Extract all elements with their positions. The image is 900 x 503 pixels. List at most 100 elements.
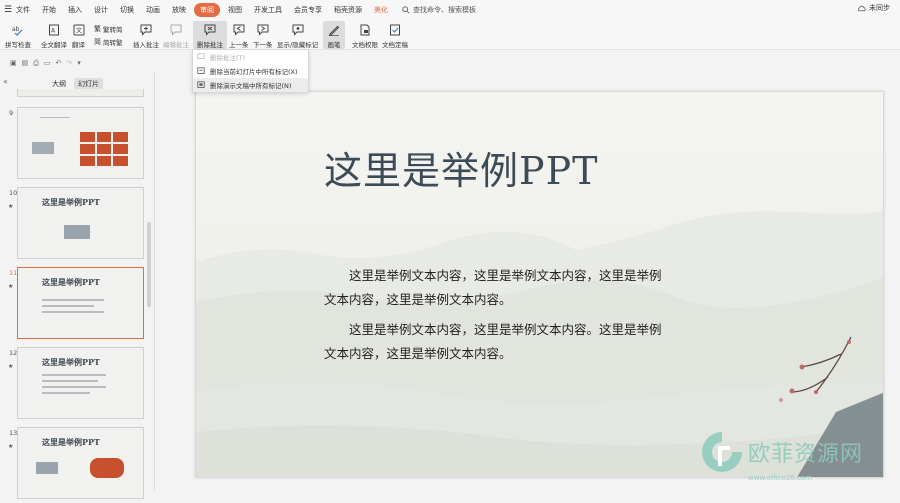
delete-comment-button[interactable]: 删除批注	[193, 21, 227, 49]
quick-more-icon[interactable]: ▾	[77, 59, 81, 67]
menu-view[interactable]: 视图	[222, 3, 248, 17]
spell-check-button[interactable]: ab 拼写检查	[5, 21, 31, 49]
watermark: 欧菲资源网	[700, 430, 863, 474]
translate-icon: 文	[73, 24, 85, 36]
slide-thumbnail-row: 10 ★ 这里是举例PPT	[0, 187, 150, 263]
watermark-text: 欧菲资源网	[748, 442, 864, 467]
menu-beautify[interactable]: 美化	[368, 3, 394, 17]
slide-title[interactable]: 这里是举例PPT	[324, 140, 598, 195]
slide-thumbnail[interactable]	[17, 107, 144, 179]
menu-animation[interactable]: 动画	[140, 3, 166, 17]
menu-developer[interactable]: 开发工具	[248, 3, 288, 17]
slide-canvas[interactable]: 这里是举例PPT 这里是举例文本内容，这里是举例文本内容，这里是举例文本内容，这…	[195, 91, 884, 478]
slide-number: 9	[9, 109, 14, 117]
prev-comment-button[interactable]: 上一条	[229, 21, 249, 49]
ink-button[interactable]: 画笔	[323, 21, 345, 49]
hamburger-icon[interactable]: ☰	[0, 5, 16, 15]
animation-star-icon: ★	[8, 203, 14, 210]
menu-start[interactable]: 开始	[36, 3, 62, 17]
trad-to-simp-button[interactable]: 简 简转繁	[94, 37, 123, 47]
comment-delete-icon	[204, 24, 216, 36]
menu-transition[interactable]: 切换	[114, 3, 140, 17]
edit-comment-button[interactable]: 编辑批注	[163, 21, 189, 49]
quick-access-toolbar: ▣ ▤ ⎙ ▭ ↶ ↷ ▾	[0, 56, 155, 70]
comment-delete-icon	[197, 53, 205, 59]
thumb-text-line	[42, 305, 94, 307]
thumb-text-line	[42, 392, 90, 394]
delete-presentation-marks-item[interactable]: 删除演示文稿中所有标记(N)	[193, 78, 308, 92]
menu-file[interactable]: 文件	[16, 3, 36, 17]
watermark-logo-icon	[702, 432, 742, 472]
menu-insert[interactable]: 插入	[62, 3, 88, 17]
document-check-icon	[389, 24, 401, 36]
next-comment-icon	[257, 24, 269, 36]
next-comment-button[interactable]: 下一条	[253, 21, 273, 49]
thumb-title: 这里是举例PPT	[42, 437, 100, 447]
svg-text:A: A	[51, 28, 56, 35]
spell-check-icon: ab	[12, 24, 24, 36]
thumb-text-line	[42, 386, 106, 388]
thumb-text-line	[42, 380, 98, 382]
thumb-title: 这里是举例PPT	[42, 277, 100, 287]
thumb-icon-grid	[80, 132, 128, 166]
save-icon[interactable]: ▣	[10, 59, 17, 67]
menu-docer[interactable]: 稻壳资源	[328, 3, 368, 17]
show-hide-marks-button[interactable]: 显示/隐藏标记	[277, 21, 318, 49]
slide-thumbnail[interactable]: 这里是举例PPT	[17, 347, 144, 419]
slide-paragraph[interactable]: 这里是举例文本内容，这里是举例文本内容，这里是举例文本内容，这里是举例文本内容。	[324, 264, 669, 312]
watermark-url: www.office26.com	[748, 474, 813, 482]
slide-thumbnail[interactable]: 这里是举例PPT	[17, 187, 144, 259]
animation-star-icon: ★	[8, 283, 14, 290]
svg-text:ab: ab	[12, 26, 20, 33]
show-marks-icon	[292, 24, 304, 36]
insert-comment-button[interactable]: 插入批注	[133, 21, 159, 49]
thumb-ppt-shape	[90, 458, 124, 478]
thumb-image	[36, 462, 58, 474]
simp-to-trad-button[interactable]: 繁 繁转简	[94, 24, 123, 34]
doc-finalize-button[interactable]: 文档定稿	[382, 21, 408, 49]
export-icon[interactable]: ▤	[22, 59, 29, 67]
slide-thumbnail-row: 13 ★ 这里是举例PPT	[0, 427, 150, 503]
search-placeholder: 查找命令、搜索模板	[413, 6, 476, 14]
convert-icon: 简	[94, 38, 101, 46]
slide-thumbnail[interactable]: 这里是举例PPT	[17, 427, 144, 499]
slide-marks-icon	[197, 67, 205, 74]
menu-member[interactable]: 会员专享	[288, 3, 328, 17]
delete-comment-item[interactable]: 删除批注(T)	[193, 50, 308, 64]
command-search[interactable]: 查找命令、搜索模板	[402, 5, 476, 15]
preview-icon[interactable]: ▭	[44, 59, 51, 67]
delete-slide-marks-item[interactable]: 删除当前幻灯片中所有标记(X)	[193, 64, 308, 78]
menu-design[interactable]: 设计	[88, 3, 114, 17]
thumb-image	[64, 225, 90, 239]
undo-icon[interactable]: ↶	[55, 59, 61, 67]
slide-thumbnail-row: 12 ★ 这里是举例PPT	[0, 347, 150, 423]
thumb-image	[32, 142, 54, 154]
thumb-text-line	[42, 374, 106, 376]
menu-review[interactable]: 审阅	[194, 3, 220, 17]
comment-edit-icon	[170, 24, 182, 36]
presentation-marks-icon	[197, 81, 205, 88]
search-icon	[402, 6, 410, 14]
full-translate-button[interactable]: A 全文翻译	[41, 21, 67, 49]
partial-thumbnail[interactable]	[17, 89, 144, 97]
thumb-text-line	[40, 117, 70, 118]
prev-comment-icon	[233, 24, 245, 36]
comment-add-icon	[140, 24, 152, 36]
translate-button[interactable]: 文 翻译	[72, 21, 85, 49]
redo-icon[interactable]: ↷	[66, 59, 72, 67]
menu-bar: ☰ 文件 开始 插入 设计 切换 动画 放映 审阅 视图 开发工具 会员专享 稻…	[0, 0, 900, 20]
translate-doc-icon: A	[48, 24, 60, 36]
document-lock-icon	[359, 24, 371, 36]
menu-slideshow[interactable]: 放映	[166, 3, 192, 17]
review-ribbon: ab 拼写检查 A 全文翻译 文 翻译 繁 繁转简 简 简转繁 插入批注 编辑批…	[0, 20, 900, 50]
thumb-title: 这里是举例PPT	[42, 197, 100, 207]
doc-permission-button[interactable]: 文档权限	[352, 21, 378, 49]
slide-paragraph[interactable]: 这里是举例文本内容，这里是举例文本内容。这里是举例文本内容，这里是举例文本内容。	[324, 318, 669, 366]
slide-thumbnail-selected[interactable]: 这里是举例PPT	[17, 267, 144, 339]
sync-status[interactable]: 未同步	[857, 3, 890, 13]
print-icon[interactable]: ⎙	[33, 59, 39, 68]
animation-star-icon: ★	[8, 443, 14, 450]
collapse-panel-icon[interactable]: «	[3, 77, 8, 86]
delete-comment-dropdown: 删除批注(T) 删除当前幻灯片中所有标记(X) 删除演示文稿中所有标记(N)	[192, 49, 309, 92]
cloud-icon	[857, 5, 866, 11]
